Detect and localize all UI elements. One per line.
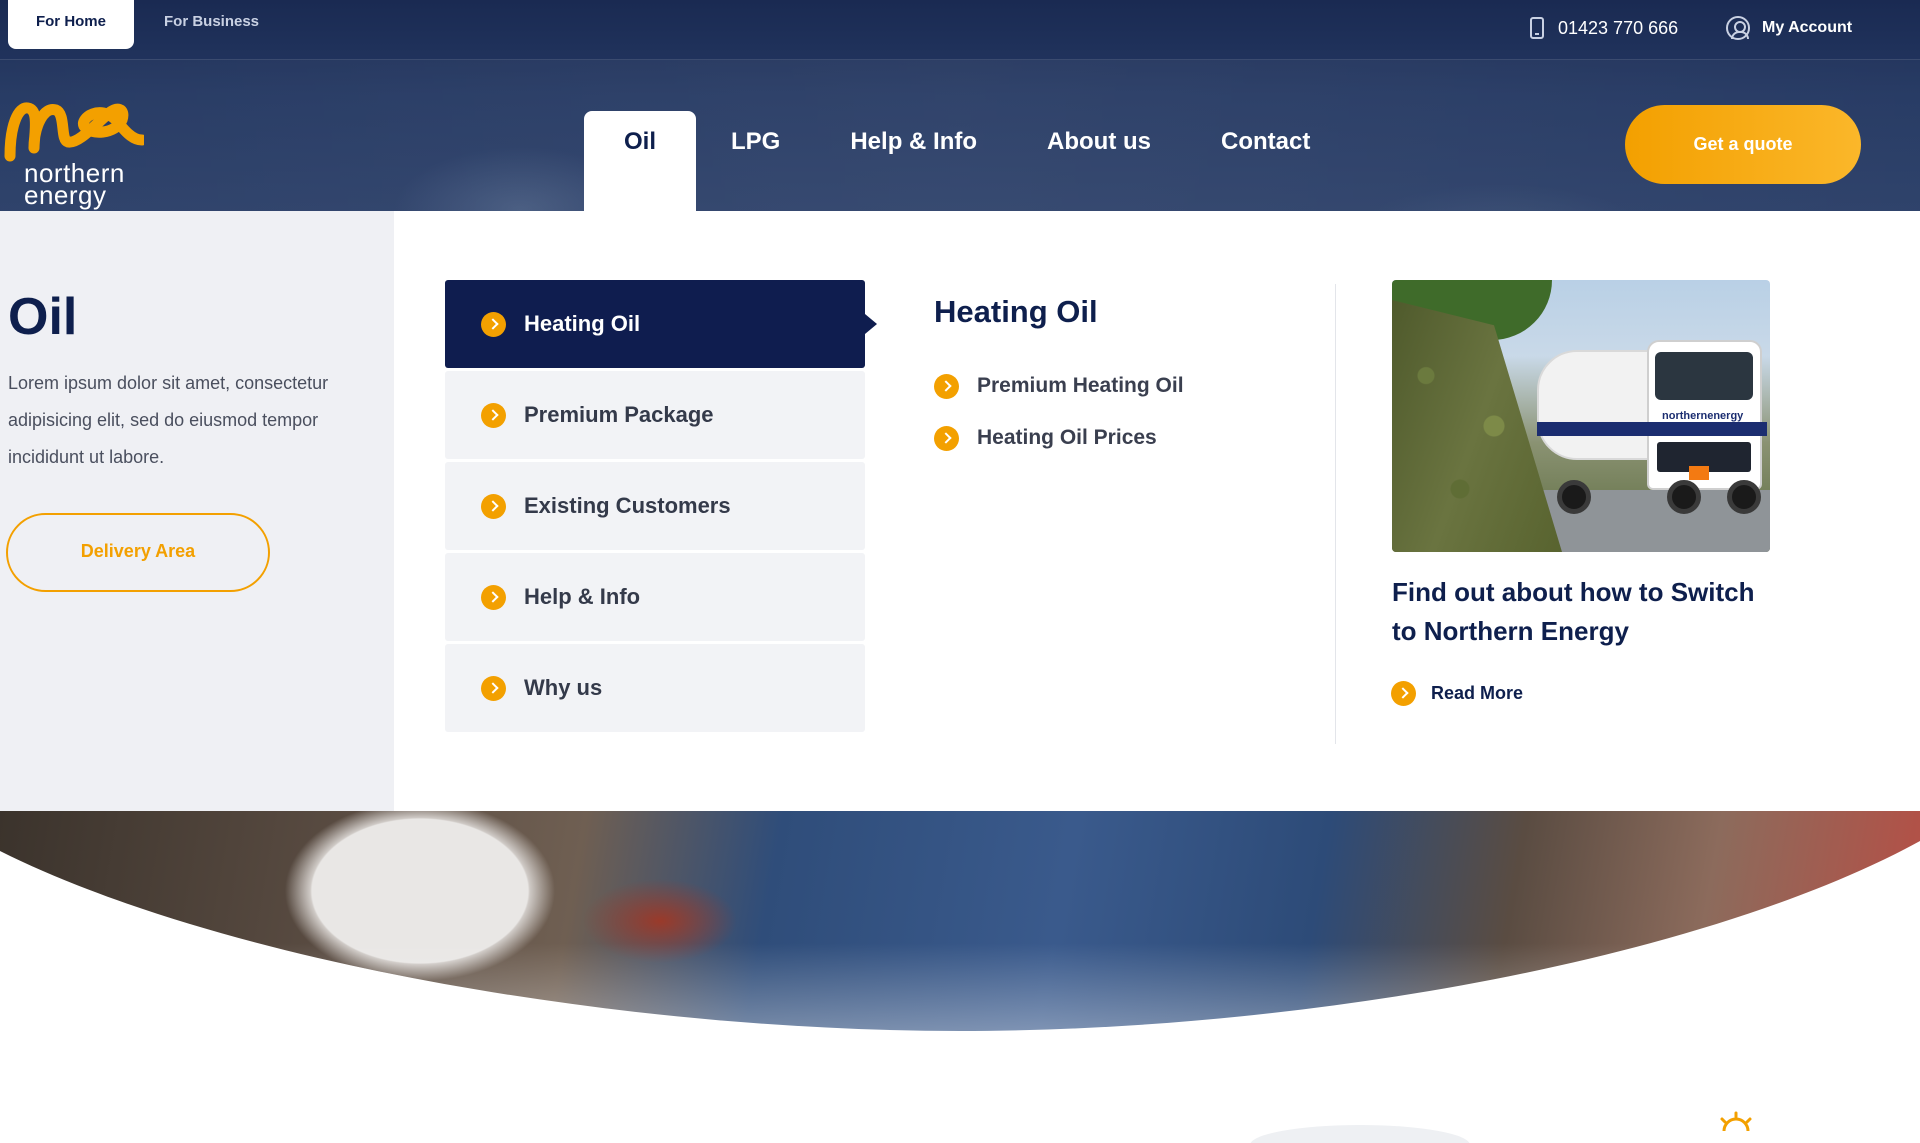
truck-wheel <box>1667 480 1701 514</box>
get-a-quote-button[interactable]: Get a quote <box>1625 105 1861 184</box>
chevron-right-icon <box>481 584 506 610</box>
site-header: For Home For Business 01423 770 666 My A… <box>0 0 1920 211</box>
truck-wheel <box>1557 480 1591 514</box>
chevron-right-icon <box>934 425 959 451</box>
nav-item-help-info[interactable]: Help & Info <box>815 111 1012 211</box>
sub-link-label: Heating Oil Prices <box>977 426 1157 449</box>
promo-truck-image[interactable]: northernenergy <box>1392 280 1770 552</box>
category-list: Heating Oil Premium Package Existing Cus… <box>445 280 877 735</box>
my-account-link[interactable]: My Account <box>1726 14 1852 42</box>
chevron-right-icon <box>481 493 506 519</box>
read-more-link[interactable]: Read More <box>1391 681 1523 706</box>
hero-fade <box>0 811 1920 1031</box>
phone-icon <box>1530 17 1544 39</box>
phone-link[interactable]: 01423 770 666 <box>1530 14 1678 42</box>
chevron-right-icon <box>1391 681 1416 706</box>
phone-number: 01423 770 666 <box>1558 17 1679 38</box>
category-item-help-info[interactable]: Help & Info <box>445 553 865 641</box>
account-icon <box>1726 16 1750 40</box>
logo-swirl-icon <box>4 102 148 162</box>
segment-tab-business[interactable]: For Business <box>138 0 285 49</box>
my-account-label: My Account <box>1762 19 1853 36</box>
decorative-arc <box>1250 1125 1470 1143</box>
read-more-label: Read More <box>1431 683 1524 703</box>
truck-plate <box>1689 466 1709 480</box>
subsection-title: Heating Oil <box>934 294 1098 329</box>
category-item-why-us[interactable]: Why us <box>445 644 865 732</box>
image-tanker-truck: northernenergy <box>1537 330 1767 514</box>
chevron-right-icon <box>934 373 959 399</box>
column-divider <box>1335 284 1336 744</box>
delivery-area-button[interactable]: Delivery Area <box>6 513 270 592</box>
truck-wheel <box>1727 480 1761 514</box>
promo-title[interactable]: Find out about how to Switch to Northern… <box>1392 573 1772 651</box>
chevron-right-icon <box>481 675 506 701</box>
northern-energy-logo[interactable]: northern energy <box>4 96 148 211</box>
sub-link-heating-oil-prices[interactable]: Heating Oil Prices <box>934 412 1314 464</box>
truck-tank <box>1537 350 1657 460</box>
nav-item-about-us[interactable]: About us <box>1012 111 1186 211</box>
segment-tab-home[interactable]: For Home <box>8 0 134 49</box>
nav-item-oil[interactable]: Oil <box>584 111 696 211</box>
sub-link-label: Premium Heating Oil <box>977 374 1184 397</box>
category-item-heating-oil[interactable]: Heating Oil <box>445 280 877 368</box>
truck-windscreen <box>1655 352 1753 400</box>
category-label: Existing Customers <box>524 493 731 518</box>
category-label: Help & Info <box>524 584 641 609</box>
nav-item-lpg[interactable]: LPG <box>696 111 815 211</box>
panel-title: Oil <box>8 288 78 346</box>
category-item-existing-customers[interactable]: Existing Customers <box>445 462 865 550</box>
main-navigation: Oil LPG Help & Info About us Contact <box>584 111 1345 211</box>
hero-section <box>0 811 1920 1143</box>
category-item-premium-package[interactable]: Premium Package <box>445 371 865 459</box>
category-label: Premium Package <box>524 402 714 427</box>
panel-description: Lorem ipsum dolor sit amet, consectetur … <box>8 373 329 467</box>
chevron-right-icon <box>481 402 506 428</box>
subsection-column: Heating Oil Premium Heating Oil Heating … <box>934 280 1314 464</box>
truck-stripe <box>1537 422 1767 436</box>
panel-intro: Oil Lorem ipsum dolor sit amet, consecte… <box>0 211 394 811</box>
truck-brand-text: northernenergy <box>1662 410 1744 422</box>
chevron-right-icon <box>481 311 506 337</box>
category-label: Heating Oil <box>524 311 641 336</box>
category-label: Why us <box>524 675 603 700</box>
top-bar: For Home For Business 01423 770 666 My A… <box>0 0 1920 60</box>
sun-icon <box>1720 1111 1752 1131</box>
oil-mega-menu: Oil Lorem ipsum dolor sit amet, consecte… <box>0 211 1920 811</box>
sub-link-premium-heating-oil[interactable]: Premium Heating Oil <box>934 360 1314 412</box>
logo-wordmark: northern energy <box>24 160 125 208</box>
nav-item-contact[interactable]: Contact <box>1186 111 1345 211</box>
